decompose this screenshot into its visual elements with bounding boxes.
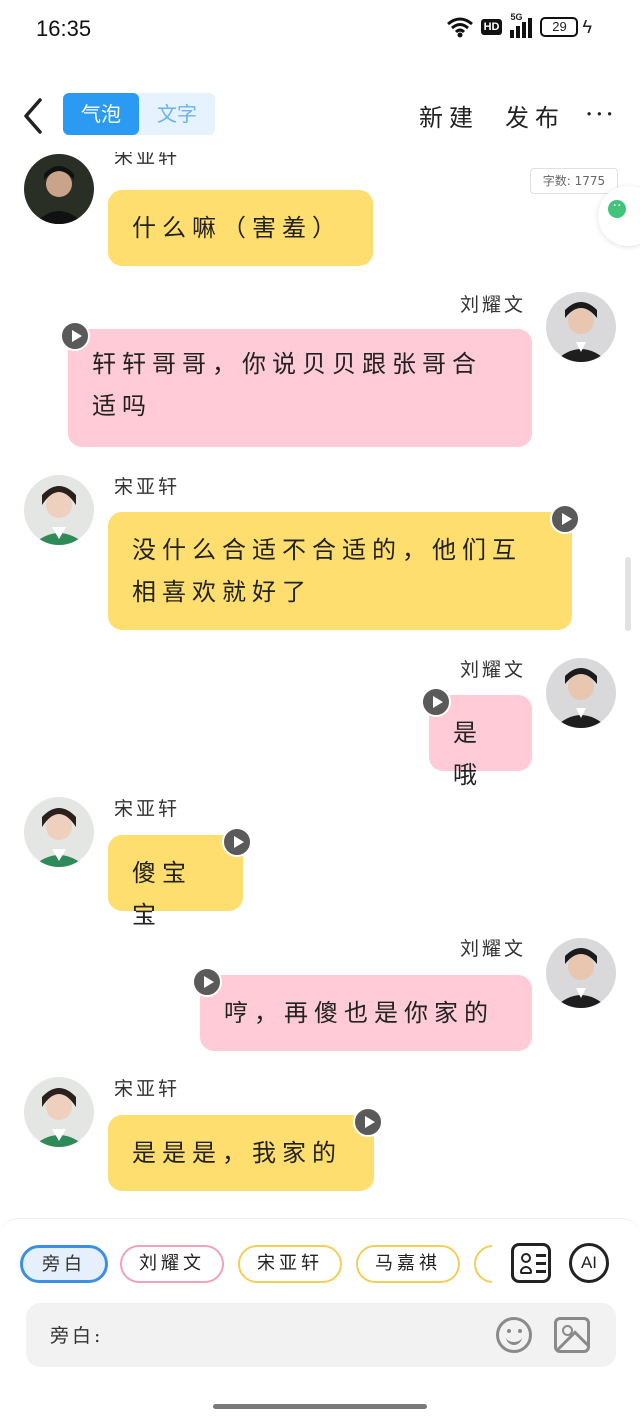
message-bubble[interactable]: 哼，再傻也是你家的 [200,975,532,1051]
input-role-label: 旁白: [50,1325,104,1347]
message-text: 适吗 [92,392,152,420]
sender-name: 宋亚轩 [114,152,181,168]
ai-button[interactable]: AI [569,1243,609,1283]
role-chip-narrator[interactable]: 旁白 [20,1245,108,1283]
publish-button[interactable]: 发布 [505,98,565,133]
editor-header: 气泡 文字 新建 发布 ··· [0,78,640,152]
status-icons: HD 5G 29 ϟ [446,12,592,38]
status-time: 16:35 [36,16,92,41]
message-text: 轩轩哥哥，你说贝贝跟张哥合 [92,350,482,378]
scrollbar[interactable] [625,557,631,631]
battery-icon: 29 [540,17,579,37]
message-text: 是哦 [453,719,483,789]
play-voice-button[interactable] [353,1107,383,1137]
battery-level: 29 [552,19,567,34]
new-button[interactable]: 新建 [419,98,479,133]
tab-text[interactable]: 文字 [139,93,215,135]
compose-panel: 旁白 刘耀文 宋亚轩 马嘉祺 AI 旁白: [0,1218,640,1422]
message-input[interactable]: 旁白: [26,1303,616,1367]
sender-name: 刘耀文 [460,294,527,316]
message-bubble[interactable]: 没什么合适不合适的，他们互 相喜欢就好了 [108,512,572,630]
message-text: 是是是，我家的 [132,1139,342,1167]
charging-icon: ϟ [582,16,592,37]
wifi-icon [446,17,473,38]
home-indicator[interactable] [213,1404,427,1409]
message-text: 傻宝宝 [132,859,192,929]
avatar[interactable] [546,658,616,728]
sender-name: 刘耀文 [460,938,527,960]
play-voice-button[interactable] [60,321,90,351]
avatar[interactable] [24,797,94,867]
status-bar: 16:35 HD 5G 29 ϟ [0,0,640,58]
hd-badge: HD [480,19,503,35]
avatar[interactable] [24,1077,94,1147]
role-chip-more[interactable] [474,1245,492,1283]
message-text: 什么嘛（害羞） [132,214,342,242]
avatar[interactable] [546,938,616,1008]
message-bubble[interactable]: 轩轩哥哥，你说贝贝跟张哥合 适吗 [68,329,532,447]
message-bubble[interactable]: 什么嘛（害羞） [108,190,373,266]
tab-bubble[interactable]: 气泡 [63,93,139,135]
network-type: 5G [510,12,523,22]
sender-name: 刘耀文 [460,659,527,681]
message-text: 相喜欢就好了 [132,578,312,606]
avatar[interactable] [546,292,616,362]
role-selector: 旁白 刘耀文 宋亚轩 马嘉祺 [20,1245,492,1285]
back-arrow-icon[interactable] [18,96,48,136]
message-text: 哼，再傻也是你家的 [224,999,494,1027]
chat-area[interactable]: 宋亚轩 什么嘛（害羞） 刘耀文 轩轩哥哥，你说贝贝跟张哥合 适吗 宋亚轩 没什么… [0,152,640,1220]
image-icon[interactable] [554,1317,590,1353]
word-count-badge: 字数: 1775 [530,168,618,194]
play-voice-button[interactable] [222,827,252,857]
message-text: 没什么合适不合适的，他们互 [132,536,522,564]
play-voice-button[interactable] [421,687,451,717]
role-chip-song-yaxuan[interactable]: 宋亚轩 [238,1245,342,1283]
emoji-icon[interactable] [496,1317,532,1353]
more-menu-button[interactable]: ··· [585,100,616,130]
sender-name: 宋亚轩 [114,798,181,820]
play-voice-button[interactable] [192,967,222,997]
floating-chat-button[interactable] [598,186,640,246]
avatar[interactable] [24,475,94,545]
sender-name: 宋亚轩 [114,476,181,498]
avatar[interactable] [24,154,94,224]
signal-icon: 5G [510,12,533,38]
mode-switch: 气泡 文字 [63,93,215,135]
role-card-icon[interactable] [511,1243,551,1283]
sender-name: 宋亚轩 [114,1078,181,1100]
role-chip-ma-jiaqi[interactable]: 马嘉祺 [356,1245,460,1283]
role-chip-liu-yaowen[interactable]: 刘耀文 [120,1245,224,1283]
message-bubble[interactable]: 是是是，我家的 [108,1115,374,1191]
play-voice-button[interactable] [550,504,580,534]
